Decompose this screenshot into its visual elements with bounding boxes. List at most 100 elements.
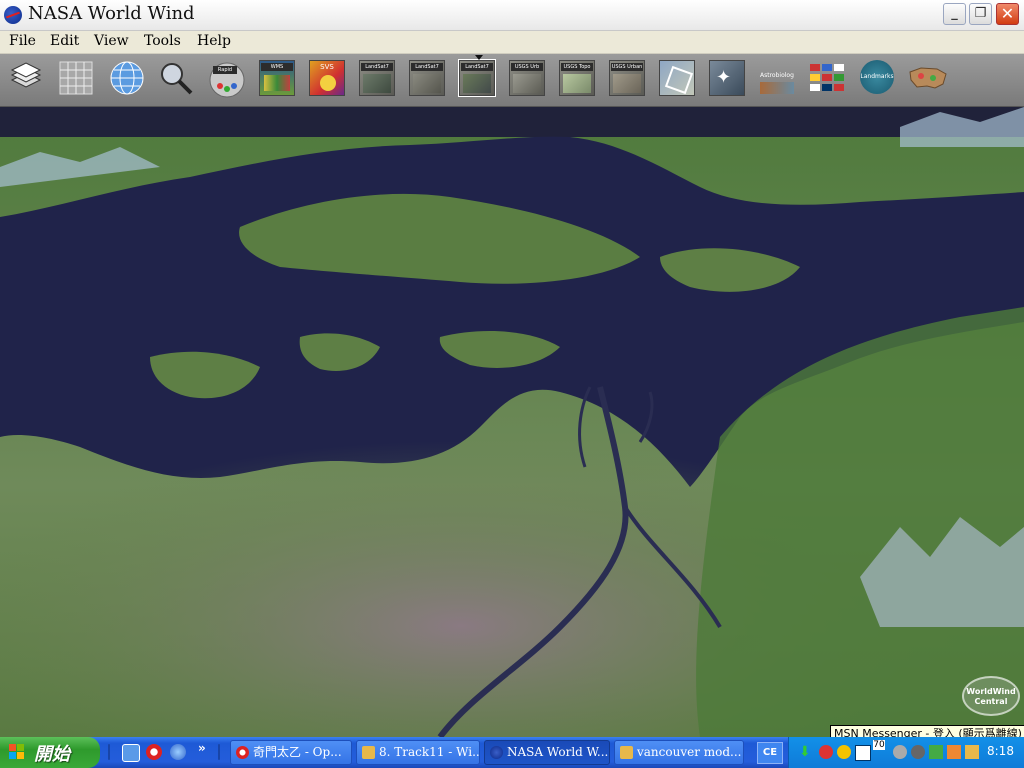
- download-arrow-icon[interactable]: ⬇: [799, 745, 813, 759]
- msn-messenger-icon[interactable]: [819, 745, 833, 759]
- landsat-visible-wms-icon: [413, 74, 441, 93]
- task-label: vancouver mod...: [637, 745, 742, 759]
- task-label: 8. Track11 - Wi...: [379, 745, 480, 759]
- opera-icon: [236, 746, 249, 759]
- menu-view[interactable]: View: [94, 33, 129, 49]
- pencil-icon: [620, 746, 633, 759]
- wms-label: WMS: [261, 63, 293, 71]
- nasa-logo-icon: [490, 746, 503, 759]
- usgs-urban-ortho-button[interactable]: USGS Urb Ortho: [509, 60, 545, 96]
- stars-button[interactable]: ✦: [709, 60, 745, 96]
- opera-icon[interactable]: [146, 744, 162, 760]
- landsat-pseudo-button[interactable]: LandSat7 Pseudo: [458, 55, 496, 97]
- network-icon[interactable]: [893, 745, 907, 759]
- landsat-visible-icon: [363, 74, 391, 93]
- title-bar: NASA World Wind _ ❐ ✕: [0, 0, 1024, 31]
- taskbar-separator: [218, 744, 220, 760]
- toolbar: Rapid Fire MODIS WMS SVS LandSat7 Visibl…: [0, 54, 1024, 107]
- landsat-visible-wms-button[interactable]: LandSat7 Visible: [409, 60, 445, 96]
- layers-icon: [10, 62, 42, 88]
- start-label: 開始: [34, 744, 70, 765]
- usgs-urban-ortho-label: USGS Urb Ortho: [511, 63, 543, 71]
- layers-button[interactable]: [8, 60, 44, 96]
- selected-indicator-icon: [475, 55, 483, 60]
- flags-button[interactable]: [809, 60, 845, 96]
- map-overlay-icon: [664, 65, 694, 95]
- astrobiology-button[interactable]: Astrobiology: [759, 60, 795, 96]
- taskbar: 開始 » 奇門太乙 - Op... 8. Track11 - Wi... NAS…: [0, 737, 1024, 768]
- task-button-vancouver[interactable]: vancouver mod...: [614, 740, 744, 765]
- usgs-urban-area-icon: [613, 74, 641, 93]
- system-tray: ⬇ 70 8:18: [788, 737, 1024, 768]
- menu-edit[interactable]: Edit: [50, 33, 79, 49]
- map-overlay-button[interactable]: [659, 60, 695, 96]
- landsat-pseudo-icon: [463, 74, 491, 93]
- pencil-icon: [362, 746, 375, 759]
- globe-button[interactable]: [109, 60, 145, 96]
- pencil-icon[interactable]: [965, 745, 979, 759]
- usa-map-button[interactable]: [907, 60, 949, 96]
- usgs-topo-map-button[interactable]: USGS Topo Map: [559, 60, 595, 96]
- security-shield-icon[interactable]: [837, 745, 851, 759]
- usgs-topo-map-label: USGS Topo Map: [561, 63, 593, 71]
- nasa-logo-icon[interactable]: [4, 6, 22, 24]
- menu-help[interactable]: Help: [197, 33, 231, 49]
- task-button-worldwind[interactable]: NASA World W...: [484, 740, 610, 765]
- maximize-button[interactable]: ❐: [969, 3, 992, 25]
- task-button-opera[interactable]: 奇門太乙 - Op...: [230, 740, 352, 765]
- menu-file[interactable]: File: [9, 33, 36, 49]
- globe-icon: [110, 61, 144, 95]
- restore-icon: ❐: [974, 6, 987, 21]
- graticule-button[interactable]: [58, 60, 94, 96]
- clock[interactable]: 8:18: [987, 744, 1014, 758]
- svs-label: SVS: [320, 63, 334, 71]
- stars-icon: ✦: [716, 67, 732, 88]
- landsat-visible-wms-label: LandSat7 Visible: [411, 63, 443, 71]
- usgs-urban-ortho-icon: [513, 74, 541, 93]
- modis-label: Rapid Fire MODIS: [213, 66, 237, 74]
- worldwind-central-logo: WorldWind Central: [962, 676, 1020, 716]
- update-icon[interactable]: [929, 745, 943, 759]
- landsat-visible-label: LandSat7 Visible: [361, 63, 393, 71]
- wms-button[interactable]: WMS: [259, 60, 295, 96]
- windows-logo-icon: [9, 744, 25, 760]
- svs-icon: [320, 75, 336, 91]
- volume-icon[interactable]: [947, 745, 961, 759]
- antivirus-icon[interactable]: [911, 745, 925, 759]
- zoom-button[interactable]: [158, 60, 194, 96]
- monitor-icon[interactable]: [855, 745, 871, 761]
- astrobiology-label: Astrobiology: [760, 72, 794, 79]
- close-button[interactable]: ✕: [996, 3, 1019, 25]
- task-label: NASA World W...: [507, 745, 609, 759]
- terrain-rendering: [0, 107, 1024, 737]
- landsat-visible-button[interactable]: LandSat7 Visible: [359, 60, 395, 96]
- wms-icon: [264, 75, 290, 91]
- task-button-track11[interactable]: 8. Track11 - Wi...: [356, 740, 480, 765]
- start-button[interactable]: 開始: [0, 737, 100, 768]
- globe-3d-view[interactable]: WorldWind Central: [0, 107, 1024, 737]
- task-label: 奇門太乙 - Op...: [253, 745, 342, 759]
- usa-map-icon: [909, 67, 947, 89]
- astrobiology-icon: [760, 82, 794, 94]
- menu-tools[interactable]: Tools: [144, 33, 181, 49]
- flags-icon: [810, 64, 844, 91]
- landmarks-button[interactable]: Landmarks: [859, 60, 895, 96]
- magnifier-icon: [161, 63, 193, 95]
- show-desktop-icon[interactable]: [122, 744, 140, 762]
- minimize-icon: _: [951, 6, 958, 21]
- tray-counter[interactable]: 70: [873, 740, 885, 750]
- internet-explorer-icon[interactable]: [170, 744, 186, 760]
- language-indicator[interactable]: CE: [757, 742, 783, 764]
- svs-button[interactable]: SVS: [309, 60, 345, 96]
- usgs-topo-map-icon: [563, 74, 591, 93]
- menu-bar: File Edit View Tools Help: [0, 31, 1024, 54]
- minimize-button[interactable]: _: [943, 3, 966, 25]
- grid-icon: [59, 61, 93, 95]
- landsat-pseudo-label: LandSat7 Pseudo: [461, 63, 493, 71]
- usgs-urban-area-label: USGS Urban Area: [611, 63, 643, 71]
- quick-launch-chevron-icon[interactable]: »: [198, 741, 206, 755]
- quick-launch-separator: [108, 744, 110, 760]
- usgs-urban-area-button[interactable]: USGS Urban Area: [609, 60, 645, 96]
- modis-button[interactable]: Rapid Fire MODIS: [207, 60, 245, 98]
- landmarks-label: Landmarks: [860, 73, 894, 80]
